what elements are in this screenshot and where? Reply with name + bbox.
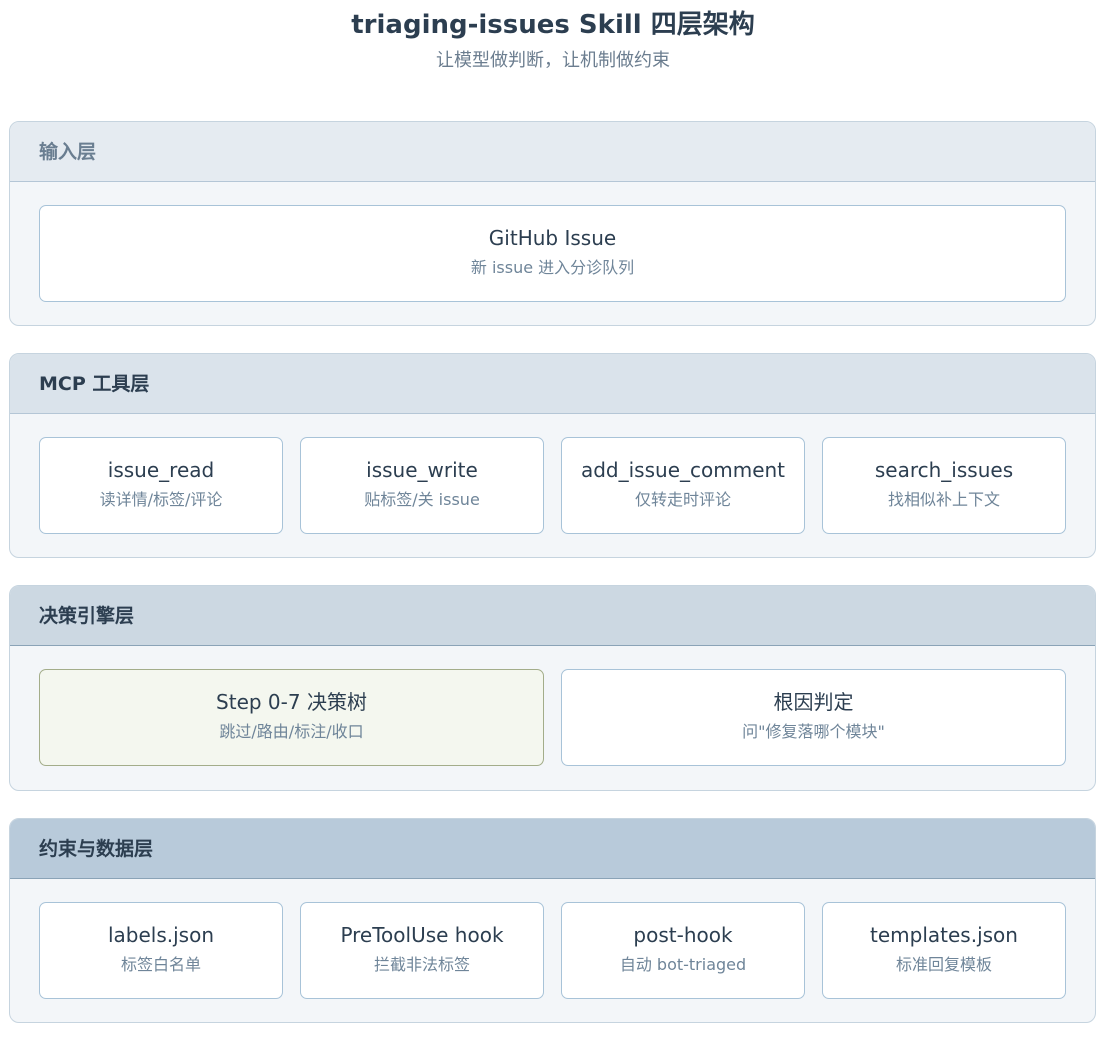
card-title: GitHub Issue [488, 226, 617, 250]
card-desc: 标准回复模板 [895, 955, 992, 974]
card-desc: 新 issue 进入分诊队列 [470, 258, 635, 277]
card-issue-read: issue_read 读详情/标签/评论 [39, 437, 283, 534]
card-labels-json: labels.json 标签白名单 [39, 902, 283, 999]
card-desc: 仅转走时评论 [634, 490, 731, 509]
layer-body: issue_read 读详情/标签/评论 issue_write 贴标签/关 i… [10, 414, 1095, 557]
layer-label: MCP 工具层 [10, 354, 1095, 414]
card-root-cause: 根因判定 问"修复落哪个模块" [561, 669, 1066, 766]
card-title: search_issues [874, 458, 1014, 482]
card-title: issue_read [107, 458, 215, 482]
card-desc: 找相似补上下文 [887, 490, 1000, 509]
card-desc: 贴标签/关 issue [364, 490, 480, 509]
layer-input: 输入层 GitHub Issue 新 issue 进入分诊队列 [9, 121, 1096, 326]
card-desc: 问"修复落哪个模块" [742, 722, 885, 741]
card-post-hook: post-hook 自动 bot-triaged [561, 902, 805, 999]
card-templates-json: templates.json 标准回复模板 [822, 902, 1066, 999]
layer-stack: 输入层 GitHub Issue 新 issue 进入分诊队列 MCP 工具层 … [9, 121, 1096, 1050]
layer-constraints-data: 约束与数据层 labels.json 标签白名单 PreToolUse hook… [9, 818, 1096, 1023]
card-add-issue-comment: add_issue_comment 仅转走时评论 [561, 437, 805, 534]
card-title: post-hook [633, 923, 733, 947]
layer-mcp-tools: MCP 工具层 issue_read 读详情/标签/评论 issue_write… [9, 353, 1096, 558]
card-desc: 拦截非法标签 [373, 955, 470, 974]
card-search-issues: search_issues 找相似补上下文 [822, 437, 1066, 534]
card-title: Step 0-7 决策树 [216, 690, 367, 714]
diagram-subtitle: 让模型做判断，让机制做约束 [436, 50, 670, 71]
card-desc: 自动 bot-triaged [619, 955, 747, 974]
card-pretooluse-hook: PreToolUse hook 拦截非法标签 [300, 902, 544, 999]
card-desc: 标签白名单 [120, 955, 201, 974]
layer-body: GitHub Issue 新 issue 进入分诊队列 [10, 182, 1095, 325]
layer-body: labels.json 标签白名单 PreToolUse hook 拦截非法标签… [10, 879, 1095, 1022]
layer-label: 决策引擎层 [10, 586, 1095, 646]
card-decision-tree: Step 0-7 决策树 跳过/路由/标注/收口 [39, 669, 544, 766]
card-issue-write: issue_write 贴标签/关 issue [300, 437, 544, 534]
card-github-issue: GitHub Issue 新 issue 进入分诊队列 [39, 205, 1066, 302]
card-title: templates.json [870, 923, 1018, 947]
card-title: labels.json [107, 923, 215, 947]
diagram-title: triaging-issues Skill 四层架构 [351, 10, 755, 40]
card-title: add_issue_comment [580, 458, 786, 482]
card-desc: 读详情/标签/评论 [99, 490, 223, 509]
diagram-header: triaging-issues Skill 四层架构 让模型做判断，让机制做约束 [0, 0, 1106, 96]
layer-body: Step 0-7 决策树 跳过/路由/标注/收口 根因判定 问"修复落哪个模块" [10, 646, 1095, 789]
layer-decision-engine: 决策引擎层 Step 0-7 决策树 跳过/路由/标注/收口 根因判定 问"修复… [9, 585, 1096, 791]
card-title: 根因判定 [773, 690, 854, 714]
layer-label: 约束与数据层 [10, 819, 1095, 879]
card-title: issue_write [366, 458, 478, 482]
card-title: PreToolUse hook [340, 923, 504, 947]
card-desc: 跳过/路由/标注/收口 [219, 722, 364, 741]
layer-label: 输入层 [10, 122, 1095, 182]
